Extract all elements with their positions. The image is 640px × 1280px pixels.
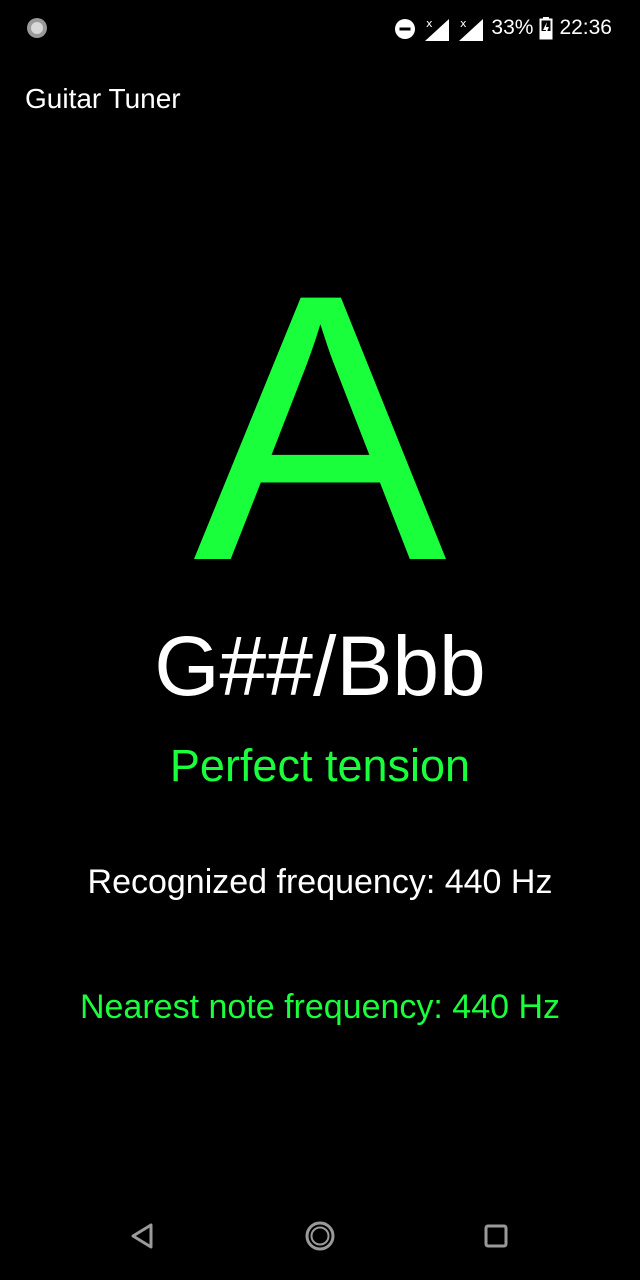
- signal-no-data-icon: x: [423, 16, 451, 41]
- record-circle-icon: [26, 17, 48, 39]
- battery-charging-icon: [539, 16, 553, 40]
- svg-text:x: x: [426, 17, 433, 30]
- battery-percent: 33%: [491, 16, 534, 39]
- recognized-frequency: Recognized frequency: 440 Hz: [87, 863, 553, 901]
- nearest-note-frequency: Nearest note frequency: 440 Hz: [79, 988, 561, 1026]
- recent-apps-button[interactable]: [476, 1218, 516, 1258]
- app-title: Guitar Tuner: [25, 83, 181, 114]
- status-icons: x x 33% 22:36: [393, 14, 612, 42]
- status-bar: x x 33% 22:36: [0, 0, 640, 56]
- home-circle-icon: [304, 1220, 336, 1257]
- signal-no-data-icon: x: [457, 16, 485, 41]
- enharmonic-note: G##/Bbb: [154, 619, 486, 713]
- back-button[interactable]: [122, 1218, 162, 1258]
- back-triangle-icon: [129, 1222, 155, 1255]
- clock: 22:36: [559, 16, 612, 39]
- svg-text:x: x: [460, 17, 467, 30]
- detected-note: A: [193, 215, 447, 640]
- home-button[interactable]: [300, 1218, 340, 1258]
- recent-apps-square-icon: [483, 1223, 509, 1254]
- tension-status: Perfect tension: [169, 740, 471, 791]
- do-not-disturb-icon: [393, 16, 417, 40]
- navigation-bar: [0, 1196, 640, 1280]
